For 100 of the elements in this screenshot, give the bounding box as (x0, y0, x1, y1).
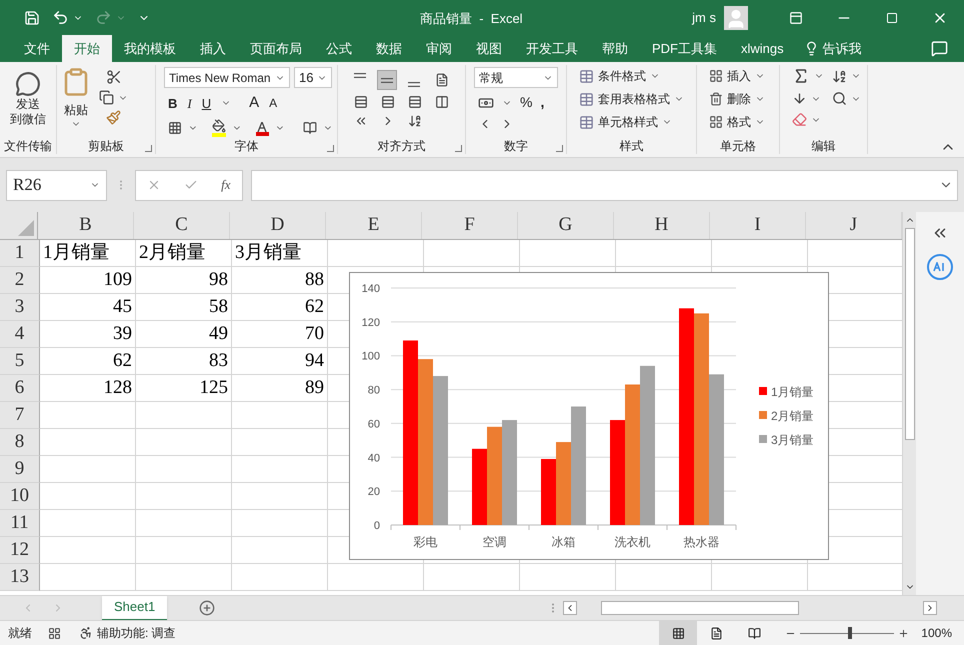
dialog-launcher-icon[interactable] (327, 145, 334, 152)
ribbon-tab[interactable]: 页面布局 (238, 35, 314, 62)
number-format-field[interactable]: 常规 (474, 67, 558, 88)
eraser-icon[interactable] (792, 112, 807, 127)
tell-me-button[interactable]: 告诉我 (822, 38, 862, 58)
sort-filter-icon[interactable] (832, 68, 847, 84)
formula-input[interactable] (251, 170, 958, 200)
row-header[interactable]: 11 (0, 510, 40, 537)
macro-icon[interactable] (48, 626, 61, 640)
ribbon-tab[interactable]: 审阅 (414, 35, 464, 62)
borders-icon[interactable] (168, 120, 182, 134)
zoom-slider[interactable] (800, 627, 894, 639)
view-button[interactable] (659, 621, 698, 645)
vertical-align-button[interactable] (377, 70, 397, 90)
shrink-font-button[interactable]: A (269, 94, 278, 112)
column-header[interactable]: E (326, 212, 422, 239)
font-name-field[interactable]: Times New Roman (164, 67, 290, 88)
phonetic-icon[interactable] (303, 120, 318, 134)
axis-label: 40 (368, 452, 380, 464)
cells-button[interactable]: 插入 (709, 67, 775, 85)
ai-assistant-icon[interactable] (927, 254, 953, 280)
accessibility-icon[interactable] (79, 626, 93, 640)
legend-label: 2月销量 (771, 409, 814, 423)
ribbon-tab[interactable]: 开始 (62, 35, 112, 62)
table-cell: 88 (232, 267, 328, 294)
comma-button[interactable]: , (540, 92, 544, 113)
ribbon-tab[interactable]: PDF工具集 (640, 35, 729, 62)
accessibility-button[interactable]: 辅助功能: 调查 (97, 624, 176, 642)
paste-button[interactable]: 粘贴 (61, 67, 91, 129)
table-cell: 62 (232, 294, 328, 321)
row-header[interactable]: 9 (0, 456, 40, 483)
font-size-field[interactable]: 16 (294, 67, 332, 88)
bold-button[interactable]: B (168, 94, 178, 113)
column-header[interactable]: I (710, 212, 806, 239)
font-color-icon[interactable] (256, 120, 270, 136)
ribbon-tab[interactable]: 视图 (464, 35, 514, 62)
row-header[interactable]: 4 (0, 321, 40, 348)
save-icon[interactable] (24, 10, 40, 26)
axis-label: 热水器 (684, 535, 720, 549)
row-header[interactable]: 6 (0, 375, 40, 402)
styles-button[interactable]: 条件格式 (579, 67, 692, 85)
cells-button[interactable]: 格式 (709, 113, 775, 131)
ribbon-tab[interactable]: 我的模板 (112, 35, 188, 62)
copy-icon[interactable] (99, 90, 114, 105)
fill-down-icon[interactable] (792, 91, 807, 106)
italic-button[interactable]: I (187, 94, 192, 113)
row-header[interactable]: 5 (0, 348, 40, 375)
zoom-in-icon[interactable] (898, 628, 910, 638)
horizontal-scrollbar[interactable] (563, 600, 938, 616)
group-label: 编辑 (812, 138, 836, 155)
dialog-launcher-icon[interactable] (556, 145, 563, 152)
delete-cells-icon (709, 92, 723, 106)
zoom-thumb[interactable] (848, 627, 852, 639)
row-header[interactable]: 10 (0, 483, 40, 510)
avatar[interactable] (724, 6, 748, 30)
column-header[interactable]: G (518, 212, 614, 239)
row-header[interactable]: 1 (0, 240, 40, 267)
column-header[interactable]: F (422, 212, 518, 239)
status-text: 就绪 (8, 625, 32, 642)
insert-function-button[interactable]: fx (221, 175, 231, 195)
dialog-launcher-icon[interactable] (455, 145, 462, 152)
percent-button[interactable]: % (520, 92, 532, 113)
grid-icon (672, 626, 685, 640)
axis-label: 洗衣机 (614, 535, 650, 549)
row-header[interactable]: 2 (0, 267, 40, 294)
name-box[interactable]: R26 (6, 170, 107, 200)
cells-button[interactable]: 删除 (709, 90, 775, 108)
styles-button[interactable]: 单元格样式 (579, 113, 692, 131)
add-sheet-icon[interactable] (199, 600, 216, 616)
styles-button[interactable]: 套用表格格式 (579, 90, 692, 108)
search-icon[interactable] (832, 91, 847, 106)
row-header[interactable]: 7 (0, 402, 40, 429)
ribbon-tab[interactable]: xlwings (729, 35, 796, 62)
dialog-launcher-icon[interactable] (145, 145, 152, 152)
row-header[interactable]: 8 (0, 429, 40, 456)
grow-font-button[interactable]: A (249, 92, 260, 114)
table-cell: 45 (40, 294, 136, 321)
ribbon-tab[interactable]: 插入 (188, 35, 238, 62)
ribbon-tab[interactable]: 开发工具 (514, 35, 590, 62)
ribbon-tab[interactable]: 公式 (314, 35, 364, 62)
row-header[interactable]: 12 (0, 537, 40, 564)
send-to-wechat-button[interactable]: 发送 到微信 (4, 67, 52, 127)
column-header[interactable]: D (230, 212, 326, 239)
underline-button[interactable]: U (202, 94, 212, 113)
column-header[interactable]: C (134, 212, 230, 239)
ribbon-tab[interactable]: 帮助 (590, 35, 640, 62)
ribbon-tab[interactable]: 数据 (364, 35, 414, 62)
row-header[interactable]: 3 (0, 294, 40, 321)
table-style-icon (579, 92, 594, 106)
vertical-scrollbar[interactable] (902, 212, 916, 595)
sheet-tab[interactable]: Sheet1 (102, 596, 168, 620)
undo-icon[interactable] (52, 9, 69, 26)
fill-color-icon[interactable] (212, 118, 226, 136)
book-icon (748, 626, 761, 640)
cells-icon (709, 115, 723, 129)
group-label: 对齐方式 (378, 138, 426, 155)
column-header[interactable]: B (38, 212, 134, 239)
ribbon-tab[interactable]: 文件 (12, 35, 62, 62)
row-header[interactable]: 13 (0, 564, 40, 591)
column-header[interactable]: H (614, 212, 710, 239)
